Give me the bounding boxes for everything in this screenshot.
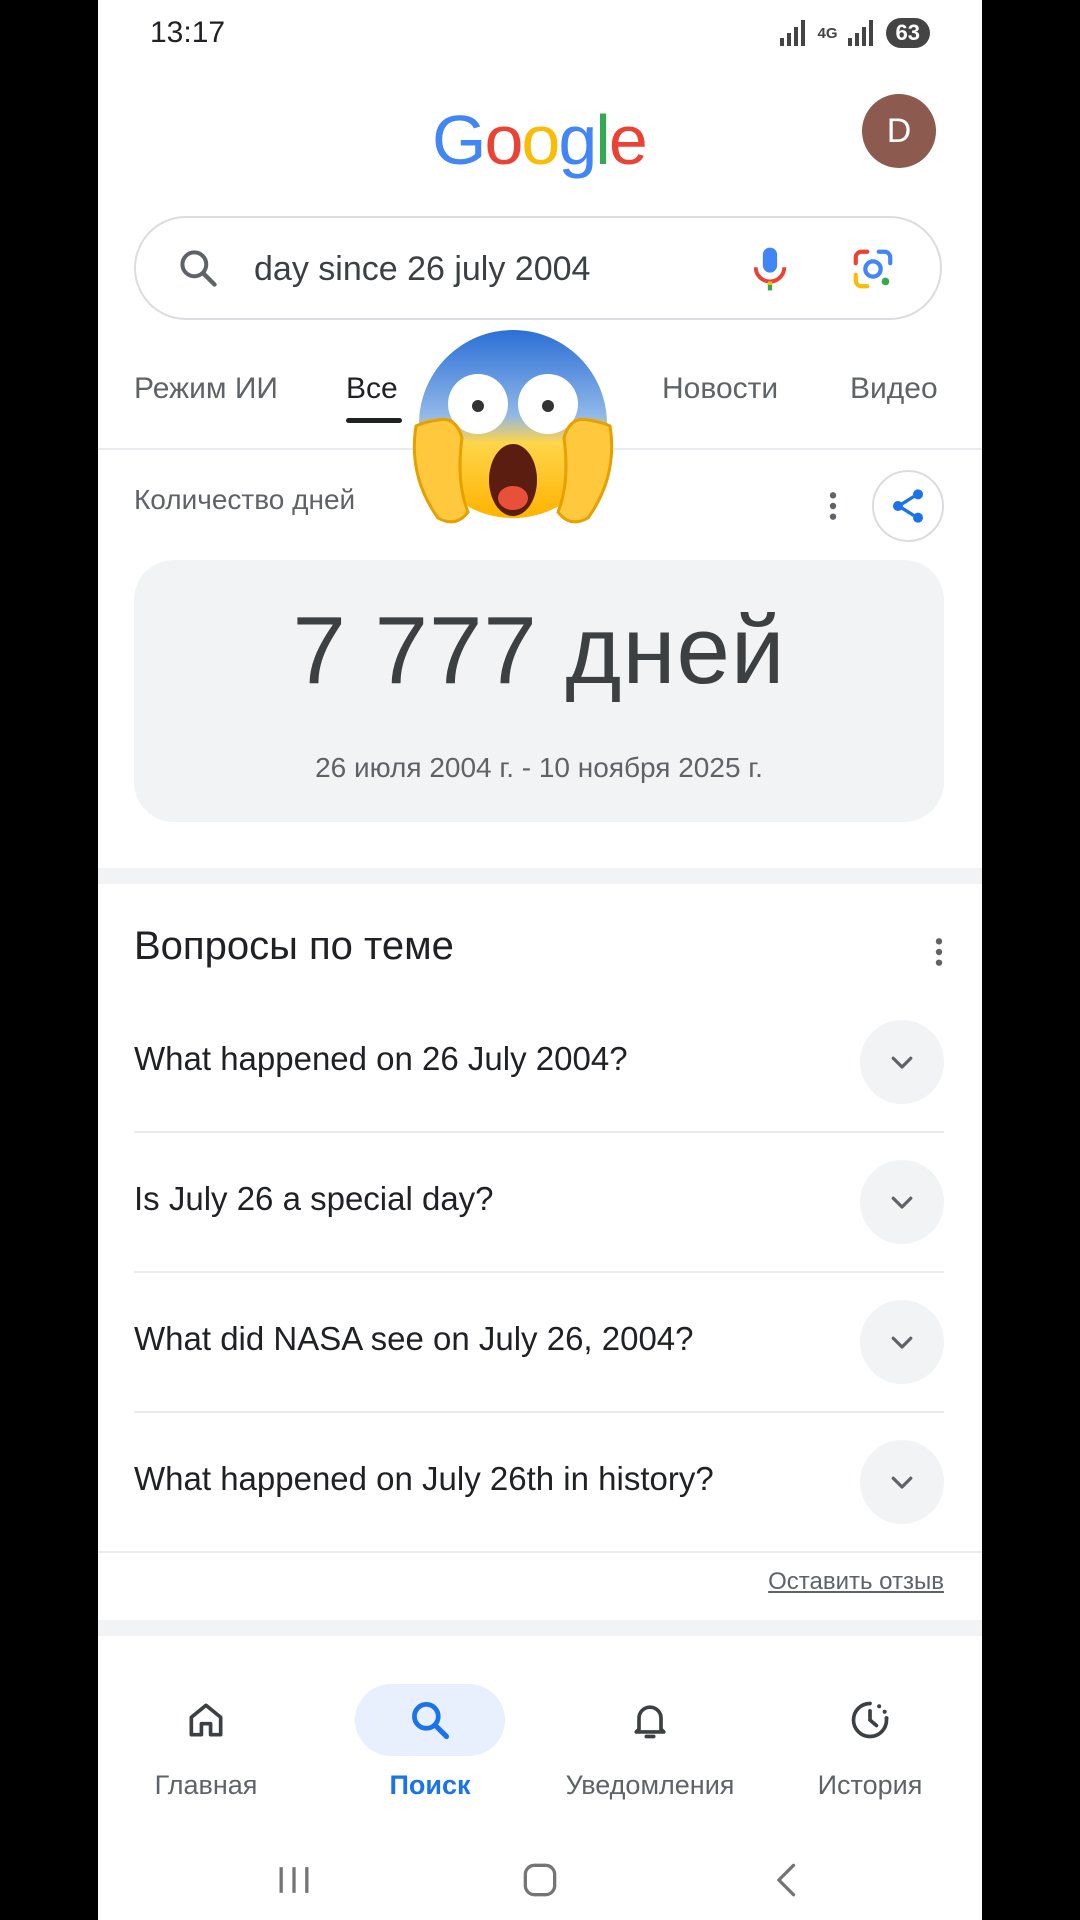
account-avatar[interactable]: D <box>862 94 936 168</box>
chevron-down-icon <box>891 1476 913 1489</box>
status-time: 13:17 <box>150 16 226 49</box>
question-item[interactable]: What happened on 26 July 2004? <box>134 992 944 1132</box>
google-logo: Google <box>432 100 648 180</box>
expand-button[interactable] <box>860 1440 944 1524</box>
section-divider <box>98 868 982 884</box>
chevron-down-icon <box>891 1196 913 1209</box>
feedback-link[interactable]: Оставить отзыв <box>768 1568 944 1596</box>
tab-ai-mode[interactable]: Режим ИИ <box>134 372 278 406</box>
battery-indicator: 63 <box>885 18 930 48</box>
logo-letter: G <box>432 101 486 179</box>
network-type: 4G <box>817 24 838 42</box>
nav-label: Уведомления <box>565 1770 735 1800</box>
active-tab-indicator <box>346 418 402 423</box>
nav-search[interactable]: Поиск <box>330 1684 530 1801</box>
phone-screen: 13:17 4G 63 Google D day since 26 july 2… <box>98 0 982 1920</box>
date-range: 26 июля 2004 г. - 10 ноября 2025 г. <box>315 752 763 783</box>
chevron-down-icon <box>891 1336 913 1349</box>
chevron-down-icon <box>891 1056 913 1069</box>
search-input[interactable]: day since 26 july 2004 <box>254 250 590 289</box>
nav-notifications[interactable]: Уведомления <box>550 1684 750 1801</box>
microphone-icon[interactable] <box>748 244 792 294</box>
section-divider <box>98 1620 982 1636</box>
status-bar: 13:17 4G 63 <box>98 0 982 70</box>
history-icon <box>851 1701 889 1739</box>
question-item[interactable]: What happened on July 26th in history? <box>134 1412 944 1552</box>
expand-button[interactable] <box>860 1020 944 1104</box>
logo-letter: o <box>521 101 560 179</box>
question-text: What happened on July 26th in history? <box>134 1460 714 1497</box>
home-button-icon[interactable] <box>518 1858 562 1902</box>
logo-letter: l <box>595 101 611 179</box>
logo-letter: g <box>558 101 597 179</box>
recent-apps-icon[interactable] <box>272 1858 316 1902</box>
share-button[interactable] <box>872 470 944 542</box>
bottom-navigation: Главная Поиск Уведомления История <box>98 1640 982 1840</box>
days-result-card: 7 777 дней 26 июля 2004 г. - 10 ноября 2… <box>134 560 944 822</box>
avatar-letter: D <box>886 111 912 150</box>
search-icon[interactable] <box>176 246 220 290</box>
nav-home[interactable]: Главная <box>106 1684 306 1801</box>
nav-label: История <box>817 1770 923 1800</box>
tab-all[interactable]: Все <box>346 372 398 406</box>
logo-letter: e <box>608 101 648 179</box>
nav-label: Главная <box>154 1770 258 1800</box>
system-navigation-bar <box>98 1840 982 1920</box>
google-lens-icon[interactable] <box>850 246 896 292</box>
nav-label: Поиск <box>389 1770 471 1800</box>
logo-letter: o <box>484 101 523 179</box>
more-options-icon[interactable] <box>826 490 840 522</box>
search-icon <box>412 1702 450 1740</box>
share-icon <box>893 489 923 523</box>
bell-icon <box>634 1705 666 1739</box>
tab-videos[interactable]: Видео <box>850 372 938 406</box>
expand-button[interactable] <box>860 1300 944 1384</box>
nav-history[interactable]: История <box>770 1684 970 1801</box>
screaming-face-emoji <box>412 330 614 524</box>
expand-button[interactable] <box>860 1160 944 1244</box>
signal-icon <box>847 20 876 46</box>
more-options-icon[interactable] <box>932 936 946 968</box>
status-icons: 4G 63 <box>779 18 930 48</box>
question-text: Is July 26 a special day? <box>134 1180 494 1217</box>
related-questions-title: Вопросы по теме <box>134 924 454 968</box>
question-text: What happened on 26 July 2004? <box>134 1040 628 1077</box>
search-bar[interactable]: day since 26 july 2004 <box>134 216 942 320</box>
question-item[interactable]: Is July 26 a special day? <box>134 1132 944 1272</box>
question-text: What did NASA see on July 26, 2004? <box>134 1320 694 1357</box>
home-icon <box>189 1703 223 1737</box>
signal-icon <box>779 20 808 46</box>
question-item[interactable]: What did NASA see on July 26, 2004? <box>134 1272 944 1412</box>
result-label: Количество дней <box>134 484 356 515</box>
tab-news[interactable]: Новости <box>662 372 778 406</box>
list-separator <box>98 1551 982 1553</box>
back-icon[interactable] <box>766 1858 810 1902</box>
days-count: 7 777 дней <box>292 597 786 704</box>
